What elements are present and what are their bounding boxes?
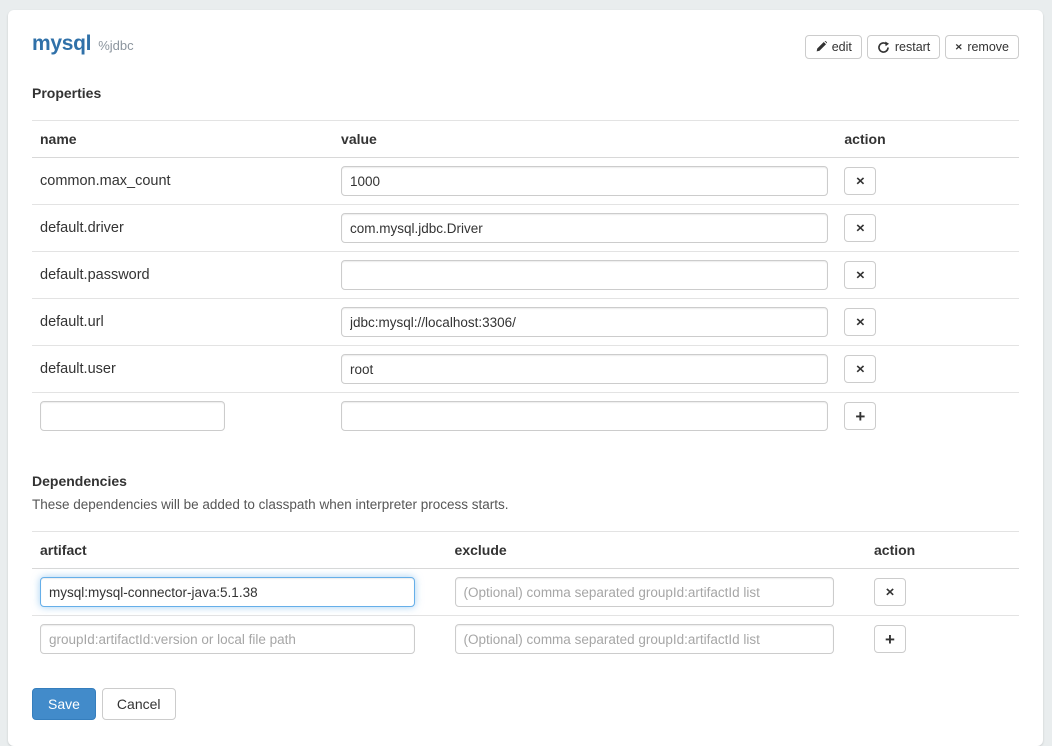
artifact-input[interactable] — [40, 577, 415, 607]
edit-button-label: edit — [832, 40, 852, 54]
interpreter-binding: %jdbc — [98, 38, 133, 53]
property-name: common.max_count — [32, 158, 333, 205]
remove-property-button[interactable]: × — [844, 261, 876, 289]
remove-icon: × — [856, 268, 865, 282]
interpreter-settings-card: mysql %jdbc edit restart × remove Proper… — [8, 10, 1043, 746]
remove-icon: × — [856, 315, 865, 329]
new-property-row: + — [32, 393, 1019, 440]
restart-button-label: restart — [895, 40, 930, 54]
property-value-input[interactable] — [341, 260, 828, 290]
column-header-action: action — [836, 121, 1019, 158]
property-name: default.url — [32, 299, 333, 346]
close-icon: × — [955, 41, 962, 54]
remove-button[interactable]: × remove — [945, 35, 1019, 59]
dependencies-table: artifact exclude action × + — [32, 531, 1019, 662]
column-header-exclude: exclude — [447, 532, 866, 569]
add-dependency-button[interactable]: + — [874, 625, 906, 653]
remove-icon: × — [856, 362, 865, 376]
header-actions: edit restart × remove — [805, 32, 1019, 59]
property-value-input[interactable] — [341, 354, 828, 384]
column-header-action: action — [866, 532, 1019, 569]
interpreter-header: mysql %jdbc edit restart × remove — [32, 32, 1019, 59]
cancel-button[interactable]: Cancel — [102, 688, 176, 720]
remove-property-button[interactable]: × — [844, 308, 876, 336]
remove-property-button[interactable]: × — [844, 355, 876, 383]
column-header-value: value — [333, 121, 836, 158]
column-header-name: name — [32, 121, 333, 158]
remove-button-label: remove — [967, 40, 1009, 54]
table-row: common.max_count × — [32, 158, 1019, 205]
property-name: default.user — [32, 346, 333, 393]
properties-table: name value action common.max_count × def… — [32, 120, 1019, 439]
property-value-input[interactable] — [341, 213, 828, 243]
refresh-icon — [877, 41, 890, 54]
property-name: default.password — [32, 252, 333, 299]
remove-property-button[interactable]: × — [844, 214, 876, 242]
property-value-input[interactable] — [341, 166, 828, 196]
properties-header-row: name value action — [32, 121, 1019, 158]
dependencies-header-row: artifact exclude action — [32, 532, 1019, 569]
plus-icon: + — [855, 408, 865, 425]
new-dependency-row: + — [32, 616, 1019, 663]
restart-button[interactable]: restart — [867, 35, 940, 59]
table-row: default.user × — [32, 346, 1019, 393]
table-row: default.url × — [32, 299, 1019, 346]
pencil-icon — [815, 41, 827, 53]
dependencies-heading: Dependencies — [32, 473, 1019, 489]
dependencies-description: These dependencies will be added to clas… — [32, 497, 1019, 512]
interpreter-title-group: mysql %jdbc — [32, 32, 134, 56]
remove-dependency-button[interactable]: × — [874, 578, 906, 606]
new-exclude-input[interactable] — [455, 624, 834, 654]
property-name: default.driver — [32, 205, 333, 252]
remove-icon: × — [856, 221, 865, 235]
interpreter-name: mysql — [32, 32, 91, 56]
plus-icon: + — [885, 631, 895, 648]
exclude-input[interactable] — [455, 577, 834, 607]
column-header-artifact: artifact — [32, 532, 447, 569]
dependency-row: × — [32, 569, 1019, 616]
save-button[interactable]: Save — [32, 688, 96, 720]
remove-property-button[interactable]: × — [844, 167, 876, 195]
edit-button[interactable]: edit — [805, 35, 862, 59]
table-row: default.password × — [32, 252, 1019, 299]
property-value-input[interactable] — [341, 307, 828, 337]
form-actions: Save Cancel — [32, 688, 1019, 720]
new-property-value-input[interactable] — [341, 401, 828, 431]
remove-icon: × — [856, 174, 865, 188]
new-artifact-input[interactable] — [40, 624, 415, 654]
table-row: default.driver × — [32, 205, 1019, 252]
add-property-button[interactable]: + — [844, 402, 876, 430]
properties-heading: Properties — [32, 85, 1019, 101]
new-property-name-input[interactable] — [40, 401, 225, 431]
remove-icon: × — [886, 585, 895, 599]
